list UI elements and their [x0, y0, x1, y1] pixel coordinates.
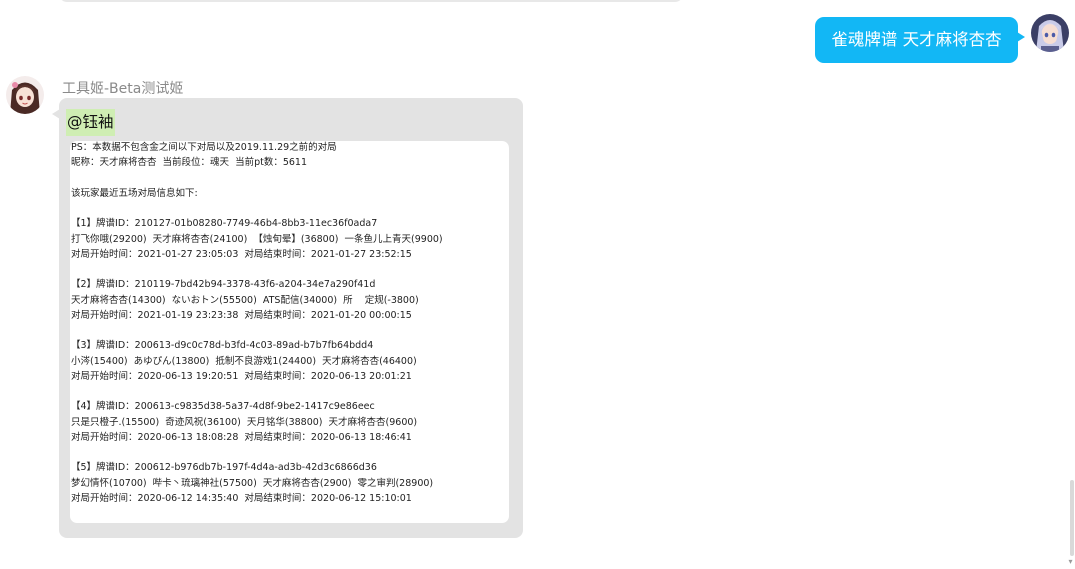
- bot-avatar[interactable]: [6, 76, 44, 114]
- scroll-down-arrow-icon[interactable]: ▾: [1066, 557, 1075, 567]
- scrollbar-thumb[interactable]: [1070, 480, 1074, 556]
- record-line: 天才麻将杏杏(14300) ないおトン(55500) ATS配信(34000) …: [71, 294, 419, 306]
- record-line: 对局开始时间：2021-01-27 23:05:03 对局结束时间：2021-0…: [71, 248, 412, 260]
- record-line: 昵称：天才麻将杏杏 当前段位：魂天 当前pt数：5611: [71, 157, 308, 169]
- record-line: 该玩家最近五场对局信息如下:: [71, 187, 198, 199]
- mention-tag[interactable]: @钰袖: [66, 109, 115, 136]
- anime-avatar-silver-hair-icon: [1031, 14, 1069, 52]
- record-line: 【2】牌谱ID：210119-7bd42b94-3378-43f6-a204-3…: [71, 279, 376, 291]
- user-avatar[interactable]: [1031, 14, 1069, 52]
- anime-avatar-brown-hair-icon: [6, 76, 44, 114]
- record-line: 【4】牌谱ID：200613-c9835d38-5a37-4d8f-9be2-1…: [71, 401, 375, 413]
- record-line: 【5】牌谱ID：200612-b976db7b-197f-4d4a-ad3b-4…: [71, 462, 377, 474]
- record-line: 【1】牌谱ID：210127-01b08280-7749-46b4-8bb3-1…: [71, 218, 378, 230]
- game-record-card: PS：本数据不包含金之间以下对局以及2019.11.29之前的对局 昵称：天才麻将…: [70, 141, 509, 523]
- record-line: 梦幻情怀(10700) 哔卡丶琉璃神社(57500) 天才麻将杏杏(2900) …: [71, 477, 434, 489]
- record-line: 只是只橙子.(15500) 奇迹风祝(36100) 天月铭华(38800) 天才…: [71, 416, 418, 428]
- record-line: 【3】牌谱ID：200613-d9c0c78d-b3fd-4c03-89ad-b…: [71, 340, 374, 352]
- record-line: PS：本数据不包含金之间以下对局以及2019.11.29之前的对局: [71, 142, 337, 153]
- record-line: 小涔(15400) あゆぴん(13800) 抵制不良游戏1(24400) 天才麻…: [71, 355, 417, 367]
- record-line: 对局开始时间：2021-01-19 23:23:38 对局结束时间：2021-0…: [71, 309, 412, 321]
- record-line: 对局开始时间：2020-06-13 18:08:28 对局结束时间：2020-0…: [71, 431, 412, 443]
- record-line: 对局开始时间：2020-06-12 14:35:40 对局结束时间：2020-0…: [71, 492, 412, 504]
- record-line: 对局开始时间：2020-06-13 19:20:51 对局结束时间：2020-0…: [71, 370, 412, 382]
- previous-message-bubble-edge: [59, 0, 683, 2]
- bot-message-bubble[interactable]: @钰袖 PS：本数据不包含金之间以下对局以及2019.11.29之前的对局 昵称：…: [52, 98, 523, 538]
- sender-name: 工具姬-Beta测试姬: [62, 81, 184, 97]
- user-message-text: 雀魂牌谱 天才麻将杏杏: [831, 30, 1002, 49]
- record-line: 打飞你哦(29200) 天才麻将杏杏(24100) 【烛旬晕】(36800) 一…: [71, 233, 443, 245]
- user-message-bubble[interactable]: 雀魂牌谱 天才麻将杏杏: [815, 17, 1025, 63]
